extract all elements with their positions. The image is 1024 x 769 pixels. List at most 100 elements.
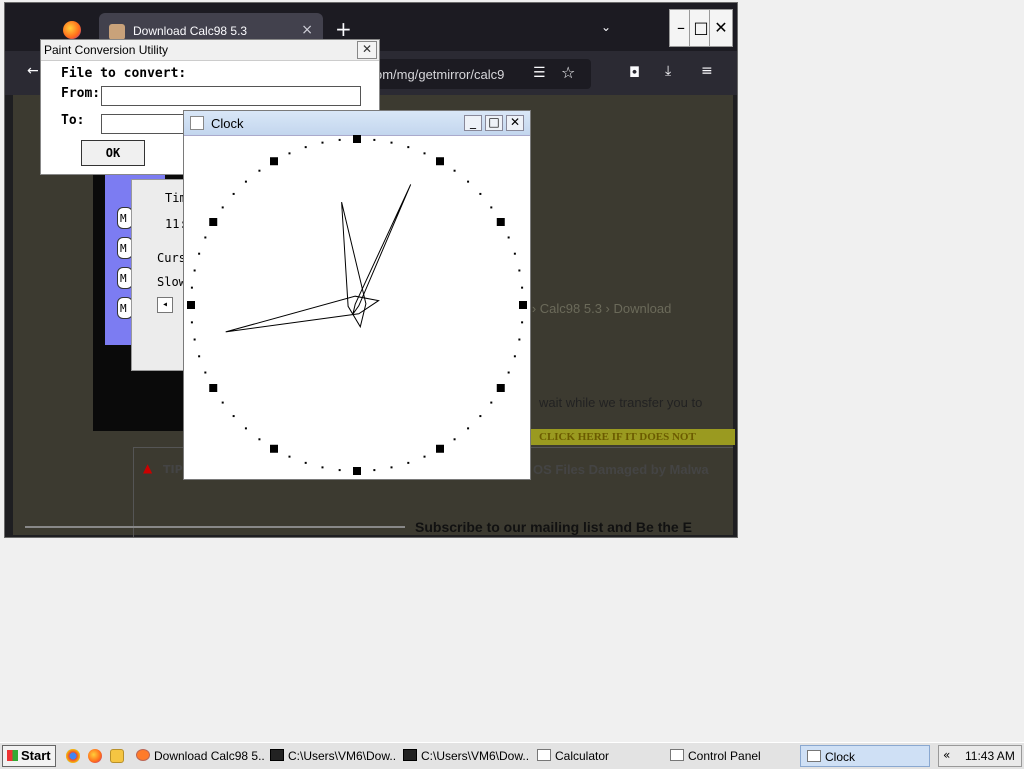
minute-dot (304, 461, 307, 464)
hour-mark (436, 444, 444, 453)
minute-dot (407, 146, 410, 149)
start-button[interactable]: Start (2, 745, 56, 767)
horizontal-scrollbar[interactable] (25, 526, 405, 528)
tab-title: Download Calc98 5.3 (133, 24, 248, 38)
minute-dot (232, 415, 235, 418)
taskbar-item-label: Clock (825, 750, 856, 764)
downloads-icon[interactable]: ⤓ (665, 63, 671, 79)
minute-dot (232, 192, 235, 195)
minute-dot (221, 206, 224, 209)
taskbar-item-label: C:\Users\VM6\Dow... (421, 749, 529, 763)
minute-dot (490, 206, 493, 209)
tip-label: TIP (163, 463, 183, 476)
page-favicon-icon (109, 24, 125, 40)
minute-dot (338, 138, 341, 141)
scroll-left-button[interactable]: ◂ (157, 297, 173, 313)
minute-dot (198, 355, 201, 358)
minute-dot (244, 180, 247, 183)
taskbar-item-clock[interactable]: Clock (800, 745, 930, 767)
close-button[interactable]: ✕ (709, 9, 733, 47)
chrome-icon[interactable] (66, 749, 80, 763)
url-bar[interactable]: om/mg/getmirror/calc9 (345, 59, 591, 89)
dialog-title: Paint Conversion Utility (44, 43, 169, 57)
ok-button[interactable]: OK (81, 140, 145, 166)
minute-dot (373, 469, 376, 472)
taskbar-item-firefox[interactable]: Download Calc98 5... (136, 745, 264, 767)
maximize-button[interactable]: □ (485, 115, 503, 131)
firefox-icon[interactable] (63, 21, 81, 39)
folder-icon[interactable] (110, 749, 124, 763)
minute-dot (390, 141, 393, 144)
taskbar-item-label: C:\Users\VM6\Dow... (288, 749, 396, 763)
cursor-group-label: Curs (157, 251, 186, 265)
close-button[interactable]: ✕ (357, 41, 377, 59)
minute-dot (467, 427, 470, 430)
new-tab-button[interactable]: + (335, 17, 352, 41)
7zip-icon (403, 749, 417, 761)
minute-dot (221, 401, 224, 404)
minute-hand (225, 295, 380, 333)
hour-mark (187, 301, 195, 309)
minute-dot (479, 415, 482, 418)
taskbar-item-label: Control Panel (688, 749, 761, 763)
pocket-icon[interactable]: ◘ (629, 65, 640, 81)
clock-app-icon (807, 750, 821, 762)
minute-dot (288, 455, 291, 458)
dialog-titlebar[interactable]: Paint Conversion Utility ✕ (41, 40, 379, 61)
transfer-wait-text: wait while we transfer you to (539, 395, 703, 410)
bookmark-star-icon[interactable]: ☆ (561, 63, 575, 82)
tray-expand-button[interactable]: « (943, 748, 950, 762)
minute-dot (258, 438, 261, 441)
taskbar-item-calculator[interactable]: Calculator (537, 745, 663, 767)
hour-hand (341, 201, 367, 329)
clock-window: Clock _ □ ✕ (183, 110, 531, 480)
clock-face (187, 135, 527, 475)
minute-dot (507, 236, 510, 239)
close-button[interactable]: ✕ (506, 115, 524, 131)
reader-view-icon[interactable]: ☰ (533, 65, 546, 81)
minute-dot (467, 180, 470, 183)
minute-dot (518, 269, 521, 272)
hour-mark (270, 444, 278, 453)
firefox-icon[interactable] (88, 749, 102, 763)
system-tray: « 11:43 AM (938, 745, 1022, 767)
minute-dot (407, 461, 410, 464)
second-hand (352, 184, 412, 315)
click-here-link[interactable]: CLICK HERE IF IT DOES NOT (529, 429, 735, 445)
minute-dot (423, 455, 426, 458)
chevron-down-icon[interactable]: ⌄ (601, 20, 611, 34)
taskbar-item-7zip-1[interactable]: C:\Users\VM6\Dow... (270, 745, 396, 767)
minute-dot (338, 469, 341, 472)
malware-article-link[interactable]: OS Files Damaged by Malwa (533, 462, 709, 477)
from-input[interactable] (101, 86, 361, 106)
cursor-speed-label: Slow (157, 275, 186, 289)
7zip-icon (270, 749, 284, 761)
hour-mark (519, 301, 527, 309)
taskbar-item-control-panel[interactable]: Control Panel (670, 745, 796, 767)
from-label: From: (61, 86, 101, 101)
minute-dot (453, 169, 456, 172)
app-menu-icon[interactable]: ≡ (701, 63, 713, 79)
taskbar-item-label: Calculator (555, 749, 610, 763)
file-to-convert-label: File to convert: (61, 66, 187, 81)
back-arrow-icon[interactable]: ← (27, 63, 39, 79)
tray-clock[interactable]: 11:43 AM (965, 749, 1015, 763)
taskbar-item-7zip-2[interactable]: C:\Users\VM6\Dow... (403, 745, 529, 767)
subscribe-heading: Subscribe to our mailing list and Be the… (415, 519, 692, 535)
hour-mark (496, 384, 505, 392)
firefox-icon (136, 749, 150, 761)
clock-titlebar[interactable]: Clock _ □ ✕ (184, 111, 530, 136)
minute-dot (521, 321, 524, 324)
taskbar: Start Download Calc98 5... C:\Users\VM6\… (0, 742, 1024, 769)
tab-close-button[interactable]: × (301, 22, 313, 38)
taskbar-item-label: Download Calc98 5... (154, 749, 264, 763)
minute-dot (288, 152, 291, 155)
minute-dot (304, 146, 307, 149)
minute-dot (193, 269, 196, 272)
minute-dot (193, 338, 196, 341)
minute-dot (204, 371, 207, 374)
control-panel-icon (670, 749, 684, 761)
hour-mark (270, 157, 278, 166)
minute-dot (321, 141, 324, 144)
minimize-button[interactable]: _ (464, 115, 482, 131)
